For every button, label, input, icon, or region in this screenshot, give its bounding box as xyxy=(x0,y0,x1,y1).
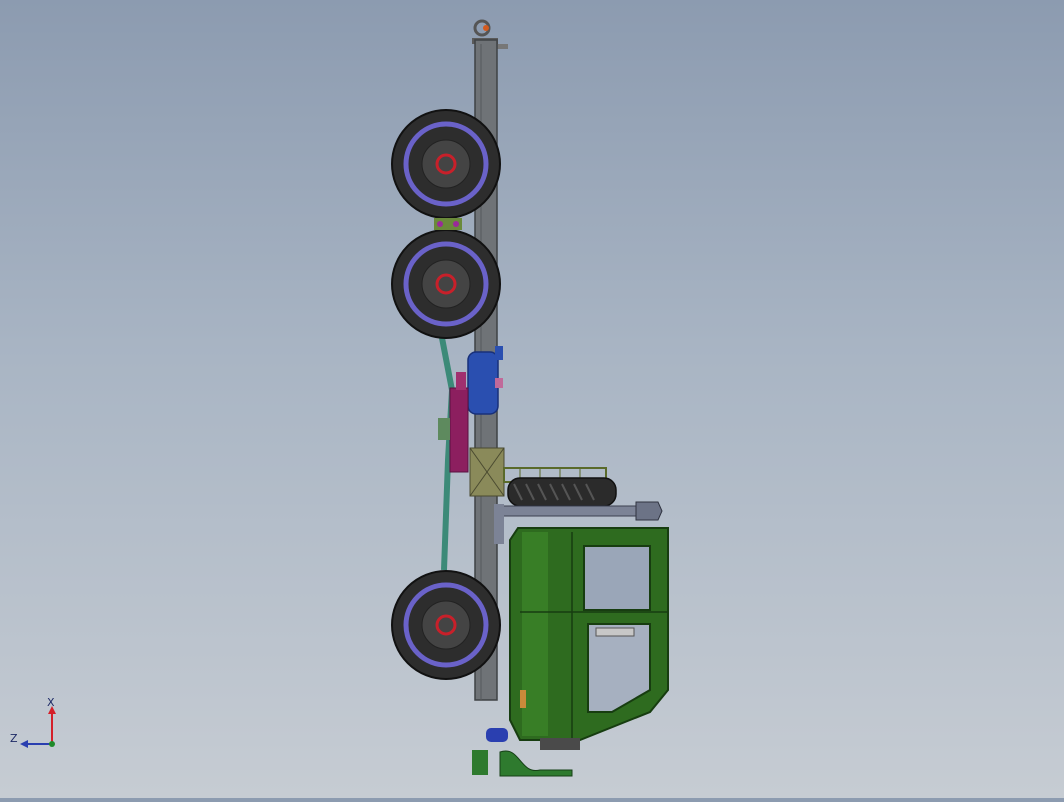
wheel-rear-1 xyxy=(391,109,501,219)
axis-triad: X Z xyxy=(8,696,68,758)
cad-viewport[interactable] xyxy=(0,0,1064,798)
wheel-rear-2 xyxy=(391,229,501,339)
truck-model xyxy=(391,19,669,777)
bracket-box xyxy=(469,447,505,497)
z-axis-label: Z xyxy=(10,732,18,745)
truck-cab xyxy=(509,527,669,750)
x-axis-label: X xyxy=(47,698,55,709)
fuel-tank xyxy=(467,346,503,415)
wheel-front xyxy=(391,570,501,680)
suspension-link xyxy=(434,218,462,230)
origin-icon xyxy=(49,741,55,747)
cab-window-upper xyxy=(583,545,651,611)
spare-tire xyxy=(503,467,617,507)
